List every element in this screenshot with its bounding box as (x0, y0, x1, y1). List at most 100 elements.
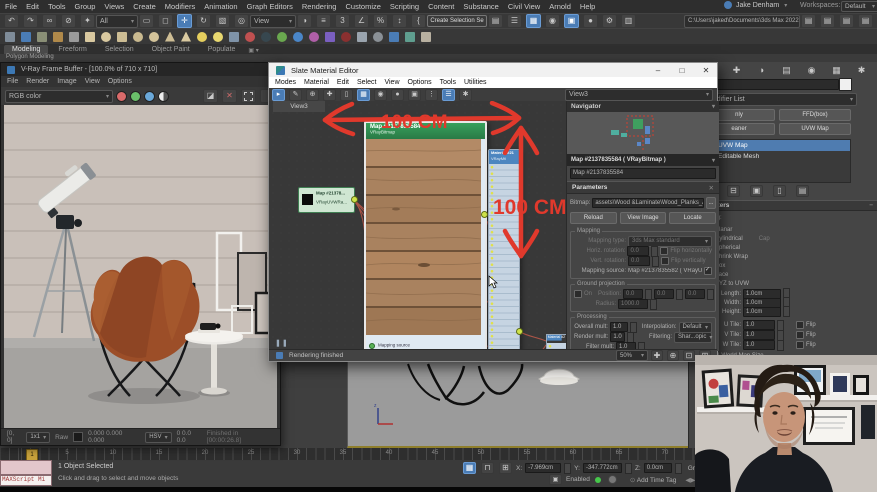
dark-red-sphere-icon[interactable] (341, 31, 351, 42)
add-time-tag[interactable]: ⊙ Add Time Tag (630, 476, 677, 484)
scene-script-icon[interactable] (5, 31, 15, 42)
node-header[interactable]: Material #21 VRayMtl (489, 150, 519, 164)
redo-icon[interactable]: ↷ (23, 14, 38, 28)
make-unique-icon[interactable]: ▣ (750, 185, 763, 197)
spinner[interactable] (674, 462, 682, 474)
region-render-icon[interactable] (241, 89, 256, 103)
remove-modifier-icon[interactable]: ▯ (773, 185, 786, 197)
scene-explorer-icon[interactable]: ☰ (507, 14, 522, 28)
modifier-list-dropdown[interactable]: Modifier List ▾ (703, 93, 857, 106)
transform-gizmo-icon[interactable]: ▦ (463, 462, 476, 474)
vfb-channel-dropdown[interactable]: RGB color ▾ (5, 89, 113, 103)
vfb-menu-item[interactable]: Render (26, 78, 49, 85)
tile-value[interactable]: 1.0 (743, 340, 775, 350)
bitmap-action-button[interactable]: Locate (669, 212, 717, 224)
sphere-primitive-icon[interactable] (101, 31, 111, 42)
node-slot-list[interactable] (489, 164, 519, 351)
spinner-snap-icon[interactable]: ↕ (392, 14, 407, 28)
spinner[interactable] (707, 288, 715, 300)
reference-coordinate-dropdown[interactable]: View ▾ (250, 14, 296, 28)
ribbon-options-icon[interactable]: ▣ ▾ (248, 47, 258, 54)
align-icon[interactable]: ≡ (316, 14, 331, 28)
vfb-menu-item[interactable]: Image (57, 78, 76, 85)
maxscript-mini-listener[interactable]: MAXScript Mi (0, 475, 52, 486)
layers-stack-icon[interactable] (229, 31, 239, 42)
clear-image-icon[interactable]: ✕ (222, 89, 237, 103)
import-folder-icon[interactable]: ▤ (839, 14, 854, 28)
modify-tab-icon[interactable]: ◑ (755, 64, 768, 76)
box-primitive-icon[interactable] (85, 31, 95, 42)
maxscript-mini-listener-pink[interactable] (0, 460, 52, 475)
spinner[interactable] (652, 255, 659, 267)
node-output-socket[interactable] (481, 211, 488, 218)
open-folder-icon[interactable]: ▤ (820, 14, 835, 28)
render-mult-value[interactable]: 1.0 (610, 332, 625, 342)
vfb-menu-item[interactable]: View (85, 78, 100, 85)
window-tool-icon[interactable] (389, 31, 399, 42)
spinner[interactable] (626, 331, 634, 343)
tile-value[interactable]: 1.0 (743, 320, 775, 330)
navigator-panel[interactable] (567, 112, 719, 154)
menu-item[interactable]: Rendering (302, 2, 337, 11)
green-channel-icon[interactable] (130, 90, 141, 102)
motion-tab-icon[interactable]: ◉ (805, 64, 818, 76)
vfb-hsv-dropdown[interactable]: HSV ▾ (145, 431, 172, 443)
map-header[interactable]: Map #2137835584 ( VRayBitmap ) ▾ (567, 154, 719, 166)
display-tab-icon[interactable]: ▦ (830, 64, 843, 76)
utilities-tab-icon[interactable]: ✱ (855, 64, 868, 76)
pivot-icon[interactable]: ◎ (234, 14, 249, 28)
schematic-view-icon[interactable]: ▣ (564, 14, 579, 28)
hierarchy-tab-icon[interactable]: ▤ (780, 64, 793, 76)
radius-value[interactable]: 1000.0 (618, 299, 648, 309)
pick-material-icon[interactable]: ✎ (289, 88, 302, 101)
position-value[interactable]: 0.0 (685, 289, 706, 299)
bitmap-action-button[interactable]: View Image (619, 212, 667, 224)
sme-node-view[interactable]: View3 Map #21378... VRayUVWRa... Map #21… (269, 101, 566, 351)
menu-item[interactable]: Customize (345, 2, 380, 11)
menu-item[interactable]: Group (75, 2, 96, 11)
menu-item[interactable]: Edit (26, 2, 39, 11)
torus-primitive-icon[interactable] (133, 31, 143, 42)
help-sphere-icon[interactable] (373, 31, 383, 42)
object-name-field[interactable] (703, 79, 839, 90)
menu-item[interactable]: Substance (463, 2, 498, 11)
navigator-header[interactable]: Navigator ▾ (567, 101, 719, 112)
column-tool-icon[interactable] (357, 31, 367, 42)
assign-to-selection-icon[interactable]: ⊕ (306, 88, 319, 101)
minimize-button[interactable]: – (647, 63, 669, 77)
sme-titlebar[interactable]: Slate Material Editor – □ ✕ (269, 63, 717, 77)
create-selection-set-button[interactable]: Create Selection Se (427, 15, 487, 27)
paint-tool-icon[interactable] (405, 31, 415, 42)
modifier-stack-row[interactable]: UVW Map (704, 140, 850, 151)
perspective-viewport[interactable]: z (347, 362, 718, 448)
render-setup-icon[interactable]: ⚙ (602, 14, 617, 28)
ribbon-tab[interactable]: Freeform (50, 45, 94, 54)
node-output-socket[interactable] (516, 328, 523, 335)
keyboard-override-icon[interactable] (69, 31, 79, 42)
sme-menu-item[interactable]: Modes (275, 79, 296, 86)
vert-rotation-value[interactable]: 0.0 (628, 256, 650, 266)
select-tool-icon[interactable]: ▸ (272, 88, 285, 101)
sme-view-dropdown[interactable]: View3 ▾ (565, 88, 713, 101)
flip-vertical-checkbox[interactable] (661, 257, 669, 265)
ribbon-tab[interactable]: Populate (200, 45, 244, 54)
zoom-icon[interactable]: ⊕ (667, 350, 679, 361)
mapping-type-dropdown[interactable]: 3ds Max standard ▾ (628, 235, 712, 247)
selection-filter-dropdown[interactable]: All ▾ (96, 14, 138, 28)
save-folder-icon[interactable]: ▤ (801, 14, 816, 28)
vfb-pixel-scale-dropdown[interactable]: 1x1 ▾ (26, 431, 51, 443)
vray-bitmap-node[interactable]: Map #2137835584 VRayBitmap Mapping sourc… (364, 121, 487, 351)
spinner[interactable] (650, 298, 657, 310)
ground-on-checkbox[interactable] (574, 290, 582, 298)
menu-item[interactable]: Modifiers (165, 2, 195, 11)
maximize-button[interactable]: □ (671, 63, 693, 77)
red-channel-icon[interactable] (116, 90, 127, 102)
material-id-icon[interactable]: ▣ (408, 88, 421, 101)
menu-item[interactable]: Content (428, 2, 454, 11)
zoom-extents-icon[interactable]: ⊡ (683, 350, 695, 361)
snap-toggle-icon[interactable]: 3 (335, 14, 350, 28)
spinner[interactable] (783, 306, 790, 317)
light-icon[interactable] (197, 31, 207, 42)
show-end-result-icon[interactable]: ⊟ (727, 185, 740, 197)
utilities-wrench-icon[interactable]: ✱ (459, 88, 472, 101)
